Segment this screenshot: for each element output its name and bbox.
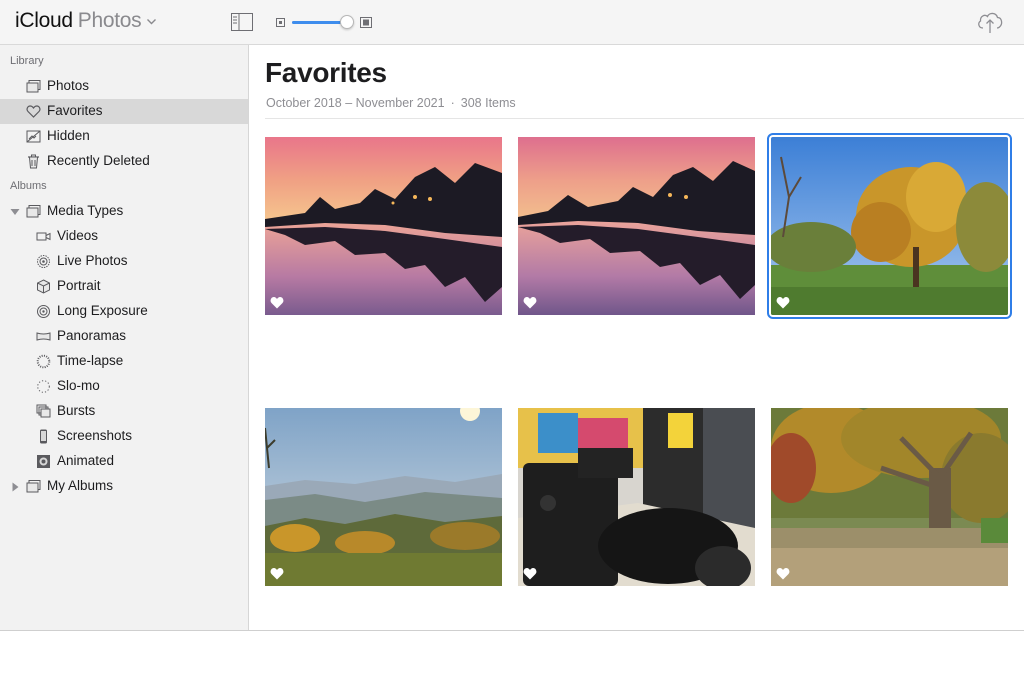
sidebar-item-favorites[interactable]: Favorites xyxy=(0,99,248,124)
sidebar: Library Photos Favorites Hidden Recently… xyxy=(0,45,249,630)
sidebar-item-portrait[interactable]: Portrait xyxy=(0,274,248,299)
photo-thumbnail[interactable] xyxy=(771,408,1008,586)
autumn-tree-photo xyxy=(771,137,1008,315)
toolbar: iCloud Photos xyxy=(0,0,1024,45)
sidebar-item-label: Slo-mo xyxy=(57,378,100,393)
zoom-out-icon[interactable] xyxy=(276,18,285,27)
sidebar-item-label: Videos xyxy=(57,228,99,243)
page-title: Favorites xyxy=(265,57,387,88)
sidebar-item-label: Photos xyxy=(47,78,90,93)
panorama-icon xyxy=(36,332,51,341)
trash-icon xyxy=(28,154,39,169)
time-lapse-icon xyxy=(36,354,51,369)
photo-thumbnail[interactable] xyxy=(767,133,1012,319)
chevron-down-icon[interactable] xyxy=(146,16,157,27)
animated-icon xyxy=(37,455,50,468)
app-switcher[interactable]: iCloud Photos xyxy=(15,9,142,33)
sidebar-item-label: Portrait xyxy=(57,278,101,293)
valley-photo xyxy=(265,408,502,586)
albums-heading: Albums xyxy=(10,180,47,192)
sidebar-item-live-photos[interactable]: Live Photos xyxy=(0,249,248,274)
sidebar-item-long-exposure[interactable]: Long Exposure xyxy=(0,299,248,324)
page-subtitle: October 2018 – November 2021 · 308 Items xyxy=(266,96,516,110)
folder-icon xyxy=(26,205,41,218)
photo-thumbnail[interactable] xyxy=(265,408,502,586)
favorite-heart-icon[interactable] xyxy=(523,567,537,580)
photos-window: iCloud Photos Library Photos Favorites H… xyxy=(0,0,1024,631)
sidebar-item-label: Recently Deleted xyxy=(47,153,150,168)
phone-icon xyxy=(40,429,47,444)
hidden-icon xyxy=(26,130,41,143)
zoom-slider-fill xyxy=(292,21,346,24)
sidebar-item-my-albums[interactable]: My Albums xyxy=(0,474,248,499)
sidebar-item-label: My Albums xyxy=(47,478,114,493)
favorite-heart-icon[interactable] xyxy=(523,296,537,309)
long-exposure-icon xyxy=(37,305,50,318)
library-heading: Library xyxy=(10,55,44,67)
video-icon xyxy=(36,232,51,241)
sidebar-item-time-lapse[interactable]: Time-lapse xyxy=(0,349,248,374)
sunset-photo xyxy=(518,137,755,315)
sidebar-item-videos[interactable]: Videos xyxy=(0,224,248,249)
main-content: Favorites October 2018 – November 2021 · 3… xyxy=(249,45,1024,630)
sidebar-item-label: Panoramas xyxy=(57,328,127,343)
photos-icon xyxy=(26,80,41,93)
zoom-slider-thumb[interactable] xyxy=(340,15,354,29)
cube-icon xyxy=(37,279,50,294)
sidebar-item-label: Favorites xyxy=(47,103,103,118)
sidebar-item-label: Screenshots xyxy=(57,428,133,443)
disclosure-expanded-icon[interactable] xyxy=(10,207,20,217)
item-count: 308 Items xyxy=(460,96,516,110)
photo-thumbnail[interactable] xyxy=(518,137,755,315)
favorite-heart-icon[interactable] xyxy=(776,296,790,309)
upload-icon[interactable] xyxy=(976,9,1004,35)
zoom-in-icon[interactable] xyxy=(360,17,372,28)
date-range: October 2018 – November 2021 xyxy=(266,96,445,110)
folder-icon xyxy=(26,480,41,493)
sidebar-item-label: Media Types xyxy=(47,203,124,218)
live-photo-icon xyxy=(37,255,50,268)
sidebar-item-label: Live Photos xyxy=(57,253,128,268)
sidebar-item-label: Animated xyxy=(57,453,115,468)
bursts-icon xyxy=(36,404,51,418)
heart-icon xyxy=(26,105,41,118)
section-name: Photos xyxy=(77,9,142,32)
divider xyxy=(265,118,1024,119)
sidebar-toggle-icon[interactable] xyxy=(231,13,253,31)
sidebar-item-hidden[interactable]: Hidden xyxy=(0,124,248,149)
sidebar-item-media-types[interactable]: Media Types xyxy=(0,199,248,224)
sidebar-item-label: Long Exposure xyxy=(57,303,148,318)
sunset-photo xyxy=(265,137,502,315)
sidebar-item-bursts[interactable]: Bursts xyxy=(0,399,248,424)
favorite-heart-icon[interactable] xyxy=(776,567,790,580)
sidebar-item-label: Hidden xyxy=(47,128,90,143)
app-name: iCloud xyxy=(15,9,73,32)
separator: · xyxy=(450,96,455,110)
camera-photo xyxy=(518,408,755,586)
favorite-heart-icon[interactable] xyxy=(270,296,284,309)
sidebar-item-label: Time-lapse xyxy=(57,353,124,368)
sidebar-item-panoramas[interactable]: Panoramas xyxy=(0,324,248,349)
sidebar-item-recently-deleted[interactable]: Recently Deleted xyxy=(0,149,248,174)
sidebar-item-animated[interactable]: Animated xyxy=(0,449,248,474)
disclosure-collapsed-icon[interactable] xyxy=(10,482,20,492)
big-tree-photo xyxy=(771,408,1008,586)
sidebar-item-label: Bursts xyxy=(57,403,96,418)
photo-thumbnail[interactable] xyxy=(518,408,755,586)
slo-mo-icon xyxy=(37,380,50,393)
photo-thumbnail[interactable] xyxy=(265,137,502,315)
favorite-heart-icon[interactable] xyxy=(270,567,284,580)
sidebar-item-photos[interactable]: Photos xyxy=(0,74,248,99)
sidebar-item-slo-mo[interactable]: Slo-mo xyxy=(0,374,248,399)
sidebar-item-screenshots[interactable]: Screenshots xyxy=(0,424,248,449)
